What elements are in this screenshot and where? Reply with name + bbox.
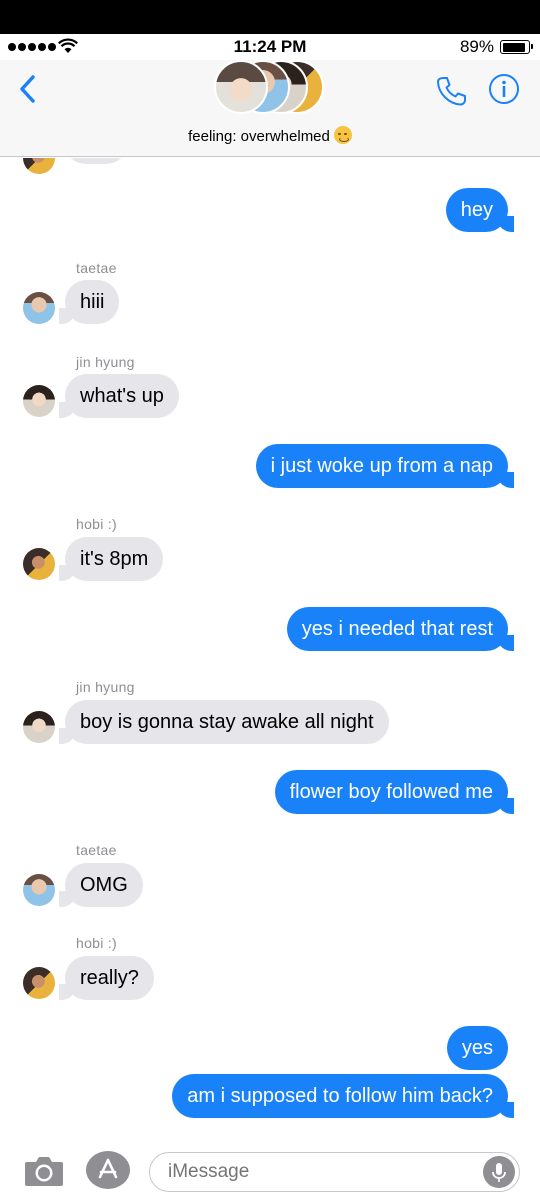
app-store-icon[interactable] <box>86 1151 130 1189</box>
camera-icon[interactable] <box>24 1153 64 1187</box>
message-bubble-outgoing[interactable]: yes i needed that rest <box>286 607 515 651</box>
microphone-icon[interactable] <box>483 1156 515 1188</box>
avatar[interactable] <box>23 967 55 999</box>
message-bubble-incoming[interactable]: what's up <box>59 374 179 418</box>
group-name[interactable]: feeling: overwhelmed <box>0 126 540 145</box>
sender-name: jin hyung <box>76 354 135 370</box>
sender-name: hobi :) <box>76 516 118 532</box>
phone-icon[interactable] <box>434 74 468 108</box>
battery-level-fill <box>502 42 525 52</box>
message-bubble-outgoing[interactable]: yes <box>446 1026 508 1070</box>
message-bubble-incoming[interactable]: OMG <box>59 863 143 907</box>
battery-icon <box>500 40 533 54</box>
avatar[interactable] <box>23 874 55 906</box>
status-bar: 11:24 PM 89% <box>0 34 540 60</box>
message-bubble-incoming[interactable]: really? <box>59 956 154 1000</box>
message-bubble-incoming[interactable]: it's 8pm <box>58 537 164 581</box>
top-bezel <box>0 0 540 34</box>
sender-name: jin hyung <box>76 679 135 695</box>
battery-percentage: 89% <box>459 37 494 56</box>
message-bubble-outgoing[interactable]: am i supposed to follow him back? <box>172 1074 514 1118</box>
message-bubble-partial <box>64 158 128 164</box>
message-input-bar <box>0 1138 540 1200</box>
microphone-glyph <box>492 1163 506 1182</box>
avatar[interactable] <box>23 385 55 417</box>
chevron-left-icon[interactable] <box>14 74 44 104</box>
app-store-glyph <box>98 1158 118 1179</box>
message-bubble-incoming[interactable]: boy is gonna stay awake all night <box>59 700 389 744</box>
message-bubble-incoming[interactable]: hiii <box>58 280 120 324</box>
avatar[interactable] <box>23 292 55 324</box>
sender-name: taetae <box>76 842 117 858</box>
conversation-header: feeling: overwhelmed <box>0 60 540 157</box>
info-icon[interactable] <box>488 73 520 105</box>
message-thread[interactable]: hey taetae hiii jin hyung what's up i ju… <box>0 158 540 1138</box>
avatar[interactable] <box>23 711 55 743</box>
woozy-face-emoji <box>333 126 352 144</box>
group-name-text: feeling: overwhelmed <box>188 128 330 145</box>
avatar <box>214 60 268 114</box>
message-bubble-outgoing[interactable]: flower boy followed me <box>274 770 515 814</box>
imessage-input[interactable] <box>149 1152 520 1192</box>
message-bubble-outgoing[interactable]: i just woke up from a nap <box>255 444 515 488</box>
avatar[interactable] <box>23 548 55 580</box>
group-avatar-stack[interactable] <box>214 60 334 116</box>
message-bubble-outgoing[interactable]: hey <box>445 188 515 232</box>
avatar <box>23 158 55 174</box>
sender-name: taetae <box>76 260 117 276</box>
sender-name: hobi :) <box>76 935 118 951</box>
